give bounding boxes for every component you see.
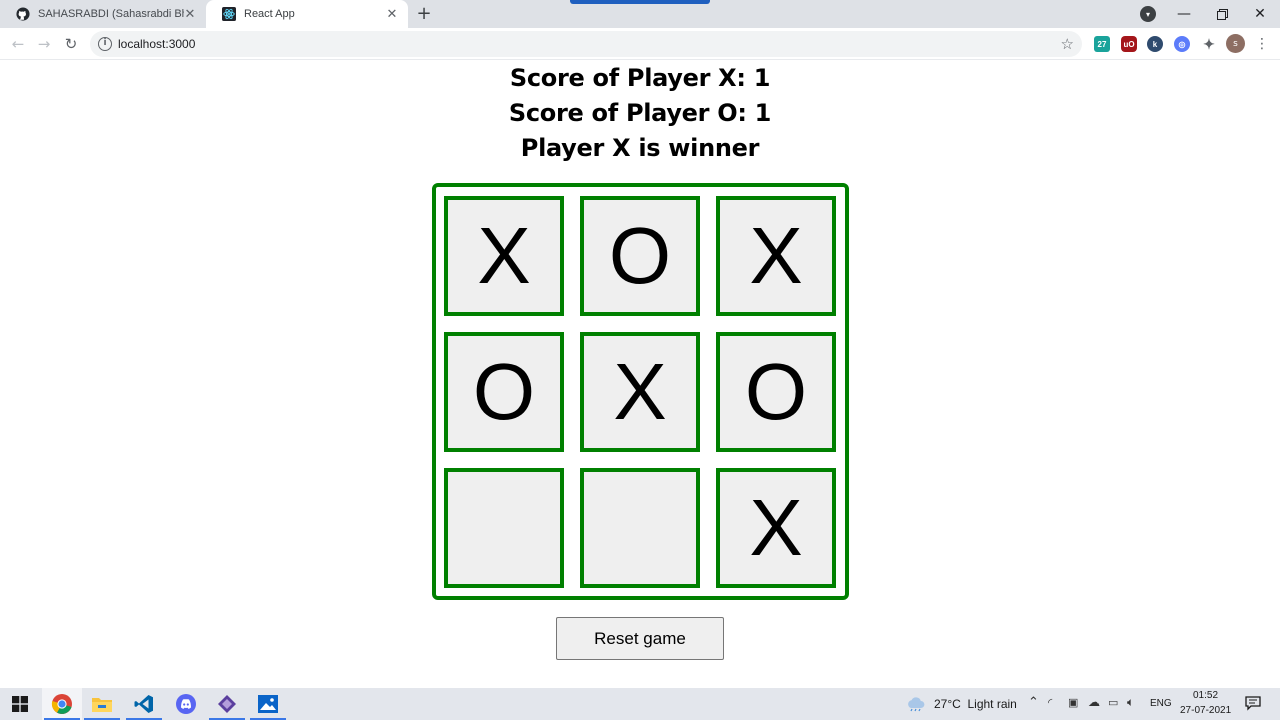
bookmark-star-icon[interactable]: ☆ bbox=[1061, 35, 1074, 53]
volume-icon[interactable]: 🔈︎ bbox=[1127, 695, 1134, 710]
tab-strip: SAHASRABDI (Sahasrabdi Bhatta ✕ React Ap… bbox=[0, 0, 1280, 28]
score-player-x: Score of Player X: 1 bbox=[509, 64, 771, 92]
forward-icon[interactable]: → bbox=[34, 34, 54, 54]
battery-icon[interactable]: ▭ bbox=[1108, 696, 1118, 709]
extensions-puzzle-icon[interactable]: ✦ bbox=[1201, 36, 1217, 52]
score-player-o: Score of Player O: 1 bbox=[508, 99, 772, 127]
discord-icon[interactable] bbox=[166, 688, 206, 720]
tab-react-app[interactable]: React App ✕ bbox=[206, 0, 408, 28]
tab-title: SAHASRABDI (Sahasrabdi Bhatta bbox=[38, 8, 184, 20]
address-bar[interactable]: i localhost:3000 ☆ bbox=[90, 31, 1082, 57]
weather-text[interactable]: 27°C Light rain bbox=[934, 697, 1017, 711]
language-indicator[interactable]: ENG bbox=[1150, 698, 1172, 709]
onedrive-icon[interactable]: ☁ bbox=[1088, 695, 1100, 709]
tab-title: React App bbox=[244, 8, 295, 20]
board-cell[interactable]: O bbox=[580, 196, 700, 316]
board-cell[interactable]: O bbox=[716, 332, 836, 452]
clock-date[interactable]: 27-07-2021 bbox=[1180, 705, 1231, 716]
file-explorer-icon[interactable] bbox=[82, 688, 122, 720]
tab-github[interactable]: SAHASRABDI (Sahasrabdi Bhatta ✕ bbox=[0, 0, 206, 28]
network-icon[interactable]: ◜ bbox=[1048, 696, 1052, 709]
board-cell[interactable] bbox=[444, 468, 564, 588]
board-cell[interactable]: X bbox=[444, 196, 564, 316]
new-tab-button[interactable]: + bbox=[414, 4, 434, 24]
drag-indicator bbox=[570, 0, 710, 4]
game-board: X O X O X O X bbox=[432, 183, 849, 600]
show-hidden-icons-icon[interactable]: ⌃ bbox=[1028, 694, 1039, 710]
windows-start-icon[interactable] bbox=[0, 688, 40, 720]
back-icon[interactable]: ← bbox=[8, 34, 28, 54]
chrome-taskbar-icon[interactable] bbox=[42, 688, 82, 720]
reload-icon[interactable]: ↻ bbox=[61, 34, 81, 54]
extension-colorful-icon[interactable]: ◎ bbox=[1174, 36, 1190, 52]
photos-icon[interactable] bbox=[248, 688, 288, 720]
ublock-icon[interactable]: uO bbox=[1121, 36, 1137, 52]
close-tab-icon[interactable]: ✕ bbox=[182, 6, 198, 22]
game-status: Player X is winner bbox=[520, 134, 760, 162]
close-tab-icon[interactable]: ✕ bbox=[384, 6, 400, 22]
weather-cloud-icon[interactable] bbox=[906, 696, 926, 716]
url-text: localhost:3000 bbox=[118, 37, 196, 51]
restore-icon[interactable] bbox=[1210, 4, 1234, 24]
clock-time[interactable]: 01:52 bbox=[1193, 690, 1218, 701]
page-content: Score of Player X: 1 Score of Player O: … bbox=[0, 60, 1280, 688]
extension-k-icon[interactable]: k bbox=[1147, 36, 1163, 52]
minimize-icon[interactable]: — bbox=[1172, 4, 1196, 24]
github-icon bbox=[16, 7, 30, 21]
extension-27-icon[interactable]: 27 bbox=[1094, 36, 1110, 52]
notifications-icon[interactable] bbox=[1245, 695, 1261, 716]
meet-now-icon[interactable]: ▣ bbox=[1068, 696, 1078, 709]
app-diamond-icon[interactable] bbox=[207, 688, 247, 720]
reset-game-button[interactable]: Reset game bbox=[556, 617, 724, 660]
menu-icon[interactable]: ⋮ bbox=[1255, 34, 1269, 54]
profile-avatar[interactable]: s bbox=[1226, 34, 1245, 53]
board-cell[interactable] bbox=[580, 468, 700, 588]
react-icon bbox=[222, 7, 236, 21]
vscode-icon[interactable] bbox=[124, 688, 164, 720]
board-cell[interactable]: X bbox=[580, 332, 700, 452]
site-info-icon[interactable]: i bbox=[98, 37, 112, 51]
board-cell[interactable]: X bbox=[716, 468, 836, 588]
board-cell[interactable]: X bbox=[716, 196, 836, 316]
browser-toolbar: ← → ↻ i localhost:3000 ☆ 27 uO k ◎ ✦ s ⋮ bbox=[0, 28, 1280, 60]
windows-taskbar: 27°C Light rain ⌃ ◜ ▣ ☁ ▭ 🔈︎ ENG 01:52 2… bbox=[0, 688, 1280, 720]
board-cell[interactable]: O bbox=[444, 332, 564, 452]
close-window-icon[interactable]: ✕ bbox=[1248, 4, 1272, 24]
tab-search-icon[interactable]: ▾ bbox=[1140, 6, 1156, 22]
